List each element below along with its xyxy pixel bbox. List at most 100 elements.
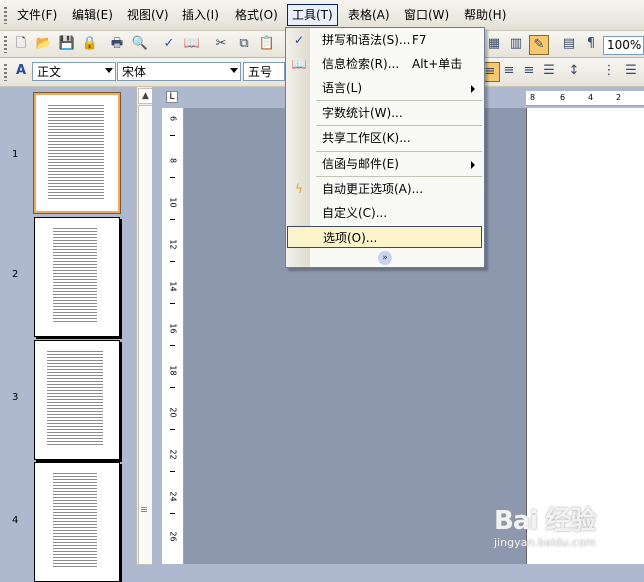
- menu-bar-grip[interactable]: [4, 7, 7, 24]
- menu-help[interactable]: 帮助(H): [460, 5, 510, 25]
- save-icon[interactable]: 💾: [58, 35, 76, 53]
- thumbnail-text-lines: [48, 105, 104, 201]
- page-thumbnail[interactable]: [34, 217, 120, 337]
- menu-item-autocorrect[interactable]: 自动更正选项(A)...: [311, 178, 483, 200]
- spelling-icon[interactable]: ✓: [160, 35, 178, 53]
- align-center-icon[interactable]: ≡: [500, 62, 518, 80]
- permission-icon[interactable]: 🔒: [81, 35, 99, 53]
- thumbnail-page-number: 3: [12, 392, 19, 403]
- open-folder-icon[interactable]: 📂: [35, 35, 53, 53]
- vertical-ruler: 6 8 10 12 14 16 18 20 22 24 26: [162, 108, 184, 564]
- expand-menu-chevron-icon[interactable]: »: [378, 251, 392, 265]
- style-value: 正文: [37, 65, 62, 79]
- show-formatting-icon[interactable]: ¶: [582, 35, 600, 53]
- copy-icon[interactable]: ⧉: [235, 35, 253, 53]
- ruler-tick: [170, 513, 175, 514]
- submenu-arrow-icon: [471, 161, 475, 169]
- menu-tools[interactable]: 工具(T): [287, 4, 338, 26]
- cut-icon[interactable]: ✂: [212, 35, 230, 53]
- watermark-url: jingyan.baidu.com: [494, 536, 596, 549]
- menu-item-research[interactable]: 信息检索(R)... Alt+单击: [311, 53, 483, 75]
- menu-item-label: 拼写和语法(S)...: [322, 33, 411, 47]
- menu-item-shortcut: Alt+单击: [412, 57, 463, 71]
- thumbnail-page-number: 4: [12, 515, 19, 526]
- pane-splitter[interactable]: [152, 87, 162, 564]
- menu-separator: [316, 125, 482, 126]
- thumbnails-scrollbar[interactable]: ▲: [136, 87, 153, 565]
- bullets-icon[interactable]: ☰: [622, 62, 640, 80]
- zoom-combo[interactable]: 100%: [603, 36, 644, 55]
- watermark-logo: Bai 经验: [494, 506, 596, 536]
- ruler-tick: [170, 303, 175, 304]
- ruler-label: 24: [168, 491, 178, 502]
- drawing-icon[interactable]: ✎: [529, 35, 549, 55]
- menu-item-shared-workspace[interactable]: 共享工作区(K)...: [311, 127, 483, 149]
- watermark: Bai 经验 jingyan.baidu.com: [494, 498, 640, 558]
- menu-table[interactable]: 表格(A): [344, 5, 394, 25]
- ruler-tick: [170, 261, 175, 262]
- menu-window[interactable]: 窗口(W): [400, 5, 453, 25]
- ruler-label: 20: [168, 407, 178, 418]
- thumbnail-text-lines: [53, 228, 97, 324]
- font-combo[interactable]: 宋体: [117, 62, 241, 81]
- menu-separator: [316, 100, 482, 101]
- scrollbar-thumb[interactable]: [138, 105, 153, 565]
- menu-format[interactable]: 格式(O): [231, 5, 282, 25]
- ruler-label: 16: [168, 323, 178, 334]
- columns-icon[interactable]: ▥: [507, 35, 525, 53]
- ruler-label: 12: [168, 239, 178, 250]
- tab-selector[interactable]: L: [166, 91, 178, 103]
- menu-item-language[interactable]: 语言(L): [311, 77, 483, 99]
- insert-table-icon[interactable]: ▦: [485, 35, 503, 53]
- paste-icon[interactable]: 📋: [258, 35, 276, 53]
- menu-insert[interactable]: 插入(I): [178, 5, 223, 25]
- thumbnail-text-lines: [47, 351, 103, 447]
- distributed-icon[interactable]: ☰: [540, 62, 558, 80]
- document-page[interactable]: [526, 108, 644, 564]
- font-size-combo[interactable]: 五号: [243, 62, 285, 81]
- thumbnail-text-lines: [53, 473, 97, 569]
- menu-item-word-count[interactable]: 字数统计(W)...: [311, 102, 483, 124]
- menu-item-spelling[interactable]: 拼写和语法(S)... F7: [311, 29, 483, 51]
- ruler-label: 6: [168, 115, 178, 122]
- ruler-label: 10: [168, 197, 178, 208]
- menu-view[interactable]: 视图(V): [123, 5, 173, 25]
- toolbar-grip[interactable]: [4, 64, 7, 81]
- print-icon[interactable]: 🖶: [108, 35, 126, 53]
- menu-edit[interactable]: 编辑(E): [68, 5, 117, 25]
- ruler-tick: [170, 429, 175, 430]
- menu-item-label: 自定义(C)...: [322, 206, 388, 220]
- ruler-label: 26: [168, 531, 178, 542]
- page-thumbnail[interactable]: [34, 340, 120, 460]
- menu-item-label: 字数统计(W)...: [322, 106, 403, 120]
- line-spacing-icon[interactable]: ↕: [565, 62, 583, 80]
- styles-formatting-icon[interactable]: A: [12, 62, 30, 80]
- print-preview-icon[interactable]: 🔍: [131, 35, 149, 53]
- menu-item-customize[interactable]: 自定义(C)...: [311, 202, 483, 224]
- font-value: 宋体: [122, 65, 147, 79]
- ruler-tick: [170, 177, 175, 178]
- menu-separator: [316, 176, 482, 177]
- menu-item-letters-mailings[interactable]: 信函与邮件(E): [311, 153, 483, 175]
- menu-item-options[interactable]: 选项(O)...: [287, 226, 482, 248]
- numbering-icon[interactable]: ⋮: [600, 62, 618, 80]
- spelling-grammar-icon: ✓: [293, 33, 305, 47]
- tools-menu: ✓ 拼写和语法(S)... F7 📖 信息检索(R)... Alt+单击 语言(…: [285, 27, 485, 268]
- ruler-tick: [170, 135, 175, 136]
- new-document-icon[interactable]: 🗋: [12, 35, 30, 53]
- scroll-up-button[interactable]: ▲: [138, 88, 153, 104]
- font-size-value: 五号: [248, 65, 273, 79]
- chevron-down-icon: [105, 68, 113, 73]
- lightning-icon: ϟ: [295, 182, 303, 196]
- menu-item-label: 语言(L): [322, 81, 363, 95]
- toolbar-grip[interactable]: [4, 36, 7, 53]
- page-thumbnail[interactable]: [33, 92, 121, 214]
- style-combo[interactable]: 正文: [32, 62, 116, 81]
- document-map-icon[interactable]: ▤: [560, 35, 578, 53]
- research-icon[interactable]: 📖: [183, 35, 201, 53]
- thumbnail-page-number: 2: [12, 269, 19, 280]
- menu-item-shortcut: F7: [412, 33, 427, 47]
- page-thumbnail[interactable]: [34, 462, 120, 582]
- menu-file[interactable]: 文件(F): [13, 5, 61, 25]
- align-right-icon[interactable]: ≡: [520, 62, 538, 80]
